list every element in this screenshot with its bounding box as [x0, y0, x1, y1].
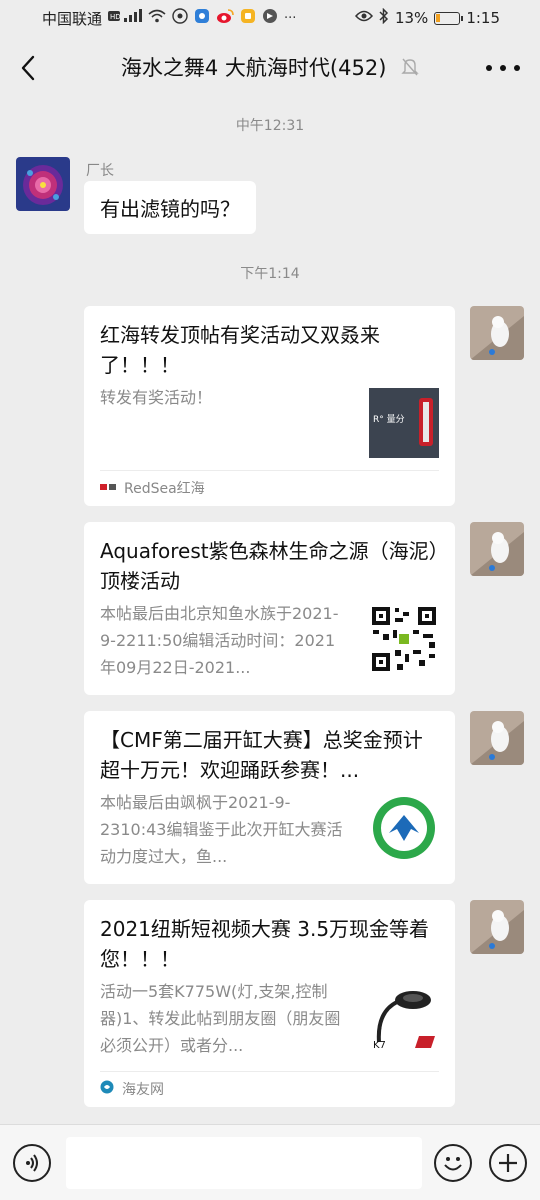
cmf-logo-thumbnail [369, 793, 439, 863]
card-body: 本帖最后由北京知鱼水族于2021-9-2211:50编辑活动时间：2021年09… [100, 600, 439, 681]
chat-header: 海水之舞4 大航海时代(452) [0, 36, 540, 100]
bluetooth-icon [379, 7, 389, 28]
status-right: 13% 1:15 [354, 7, 500, 28]
product-thumbnail: K7 [369, 982, 439, 1052]
more-dot [514, 65, 520, 71]
wifi-icon [148, 9, 166, 27]
timestamp: 中午12:31 [235, 118, 305, 134]
mute-bell-icon [401, 57, 419, 82]
input-bar [0, 1124, 540, 1200]
chat-title: 海水之舞4 大航海时代(452) [0, 52, 540, 82]
sender-avatar[interactable] [16, 157, 70, 211]
thumbnail-text: R° 量分 [373, 414, 405, 425]
notification-blue-icon [194, 8, 210, 28]
voice-icon [26, 1154, 38, 1172]
link-card[interactable]: 【CMF第二届开缸大赛】总奖金预计超十万元！欢迎踊跃参赛！... 本帖最后由飒枫… [84, 711, 455, 884]
chat-title-text: 海水之舞4 大航海时代(452) [120, 56, 387, 80]
more-functions-button[interactable] [489, 1144, 527, 1182]
app-notification-icon [172, 8, 188, 28]
plus-icon [499, 1154, 517, 1172]
card-title: 【CMF第二届开缸大赛】总奖金预计超十万元！欢迎踊跃参赛！... [100, 728, 423, 782]
self-avatar[interactable] [470, 522, 524, 576]
more-notifications-icon: ··· [284, 10, 297, 26]
card-body: 本帖最后由飒枫于2021-9-2310:43编辑鉴于此次开缸大赛活动力度过大，鱼… [100, 789, 439, 870]
weibo-icon [216, 8, 234, 28]
more-options-button[interactable] [486, 58, 520, 78]
status-left: 中国联通 HD ··· [42, 8, 296, 29]
card-description: 本帖最后由飒枫于2021-9-2310:43编辑鉴于此次开缸大赛活动力度过大，鱼… [100, 793, 343, 866]
card-title: Aquaforest紫色森林生命之源（海泥）顶楼活动 [100, 539, 439, 593]
eye-icon [354, 10, 373, 26]
message-input[interactable] [66, 1137, 422, 1189]
emoji-button[interactable] [434, 1144, 472, 1182]
more-dot [486, 65, 492, 71]
battery-percent: 13% [394, 9, 429, 27]
signal-icon: HD [108, 9, 143, 27]
card-footer: 海友网 [100, 1071, 439, 1105]
status-bar: 中国联通 HD ··· 13% 1:15 [0, 0, 540, 36]
svg-text:HD: HD [110, 13, 121, 21]
card-title: 红海转发顶帖有奖活动又双叒来了！！！ [100, 323, 380, 377]
smiley-icon [444, 1157, 462, 1171]
message-bubble[interactable]: 有出滤镜的吗？ [84, 181, 256, 234]
qr-code-thumbnail [369, 604, 439, 674]
card-description: 本帖最后由北京知鱼水族于2021-9-2211:50编辑活动时间：2021年09… [100, 604, 339, 677]
link-card[interactable]: 2021纽斯短视频大赛 3.5万现金等着您！！！ 活动一5套K775W(灯,支架… [84, 900, 455, 1107]
card-thumbnail: R° 量分 [369, 388, 439, 458]
carrier-label: 中国联通 [42, 9, 103, 28]
self-avatar[interactable] [470, 306, 524, 360]
link-card[interactable]: 红海转发顶帖有奖活动又双叒来了！！！ 转发有奖活动！ R° 量分 RedSea红… [84, 306, 455, 506]
card-source: 海友网 [122, 1081, 164, 1098]
more-dot [500, 65, 506, 71]
haiyou-logo-icon [100, 1080, 114, 1098]
card-body: 转发有奖活动！ R° 量分 [100, 384, 439, 458]
voice-input-button[interactable] [13, 1144, 51, 1182]
notification-dark-icon [262, 8, 278, 28]
card-description: 活动一5套K775W(灯,支架,控制器)1、转发此帖到朋友圈（朋友圈必须公开）或… [100, 982, 341, 1055]
card-title: 2021纽斯短视频大赛 3.5万现金等着您！！！ [100, 917, 430, 971]
sender-name: 厂长 [86, 163, 114, 179]
timestamp: 下午1:14 [240, 266, 300, 282]
battery-icon [434, 11, 464, 25]
card-description: 转发有奖活动！ [100, 388, 213, 407]
self-avatar[interactable] [470, 900, 524, 954]
thumbnail-text: K7 [373, 1040, 386, 1051]
notification-orange-icon [240, 8, 256, 28]
card-source: RedSea红海 [124, 480, 205, 497]
clock: 1:15 [466, 9, 500, 27]
card-body: 活动一5套K775W(灯,支架,控制器)1、转发此帖到朋友圈（朋友圈必须公开）或… [100, 978, 439, 1059]
card-footer: RedSea红海 [100, 470, 439, 504]
redsea-logo-icon [100, 480, 116, 496]
link-card[interactable]: Aquaforest紫色森林生命之源（海泥）顶楼活动 本帖最后由北京知鱼水族于2… [84, 522, 455, 695]
self-avatar[interactable] [470, 711, 524, 765]
